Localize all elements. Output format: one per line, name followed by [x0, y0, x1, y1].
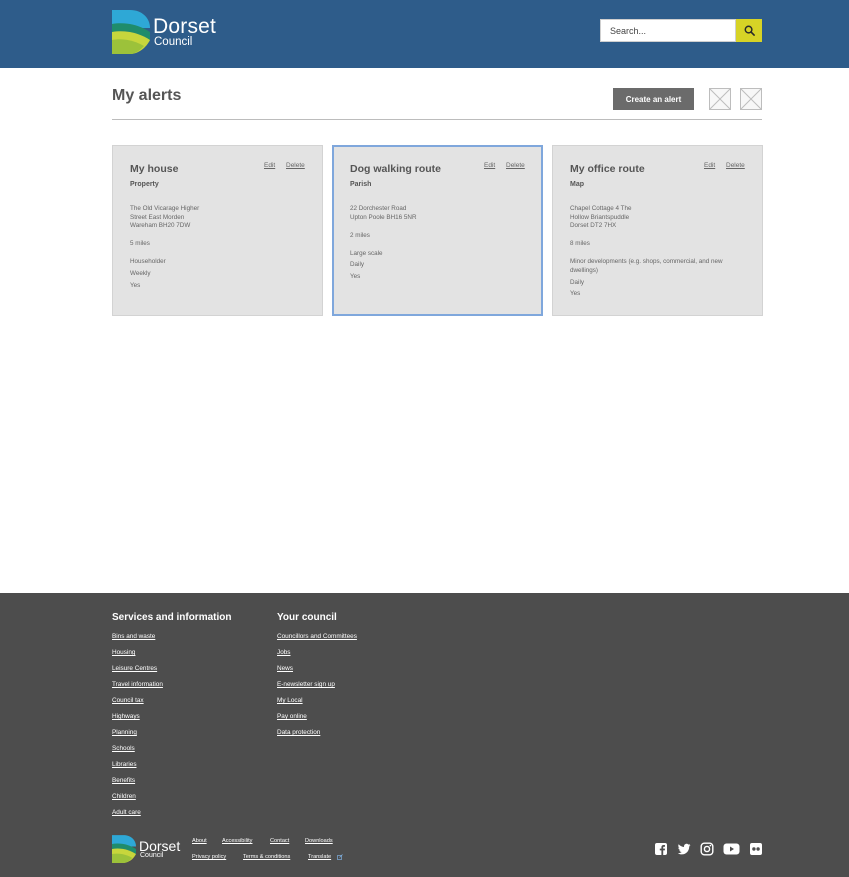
footer-link-downloads[interactable]: Downloads: [305, 838, 333, 844]
youtube-icon[interactable]: [723, 842, 740, 856]
address-line: Hollow Briantspuddle: [570, 213, 630, 221]
edit-link[interactable]: Edit: [484, 162, 495, 169]
your-council-heading: Your council: [277, 612, 337, 623]
alert-details: Chapel Cottage 4 The Hollow Briantspuddl…: [570, 205, 746, 299]
address-line: Upton Poole BH16 5NR: [350, 213, 417, 221]
search-button[interactable]: [736, 19, 762, 42]
footer-link-terms[interactable]: Terms & conditions: [243, 854, 290, 860]
footer-link-benefits[interactable]: Benefits: [112, 777, 135, 784]
footer-link-bins[interactable]: Bins and waste: [112, 633, 155, 640]
alert-frequency: Daily: [350, 261, 364, 269]
flickr-icon[interactable]: [749, 842, 763, 856]
alert-frequency: Daily: [570, 278, 584, 286]
facebook-icon[interactable]: [654, 842, 668, 856]
alert-distance: 2 miles: [350, 231, 370, 239]
alert-active: Yes: [570, 290, 581, 298]
alert-title: My office route: [570, 163, 645, 175]
footer-link-council-tax[interactable]: Council tax: [112, 697, 144, 704]
address-line: Street East Morden: [130, 213, 185, 221]
instagram-icon[interactable]: [700, 842, 714, 856]
footer-link-translate[interactable]: Translate: [308, 854, 331, 860]
title-divider: [112, 119, 762, 120]
alert-card[interactable]: Dog walking route Parish Edit Delete 22 …: [332, 145, 543, 316]
alert-details: 22 Dorchester Road Upton Poole BH16 5NR …: [350, 205, 530, 282]
edit-link[interactable]: Edit: [704, 162, 715, 169]
footer-logo[interactable]: Dorset Council: [112, 835, 182, 865]
footer-link-news[interactable]: News: [277, 665, 293, 672]
footer-link-newsletter[interactable]: E-newsletter sign up: [277, 681, 335, 688]
twitter-icon[interactable]: [677, 842, 691, 856]
site-footer: Services and information Bins and waste …: [0, 593, 849, 877]
image-placeholder-icon[interactable]: [709, 88, 731, 110]
footer-link-councillors[interactable]: Councillors and Committees: [277, 633, 357, 640]
magnifier-icon: [744, 25, 755, 36]
address-line: 22 Dorchester Road: [350, 205, 407, 212]
footer-logo-subtitle: Council: [140, 852, 164, 859]
logo-mark-icon: [112, 835, 136, 863]
alert-card[interactable]: My house Property Edit Delete The Old Vi…: [112, 145, 323, 316]
footer-link-libraries[interactable]: Libraries: [112, 761, 137, 768]
alert-active: Yes: [350, 272, 361, 280]
footer-link-housing[interactable]: Housing: [112, 649, 135, 656]
address-line: Wareham BH20 7DW: [130, 222, 191, 230]
footer-link-planning[interactable]: Planning: [112, 729, 137, 736]
alert-category: Large scale: [350, 249, 383, 257]
footer-link-adult-care[interactable]: Adult care: [112, 809, 141, 816]
logo-mark-icon: [112, 10, 150, 54]
alert-distance: 5 miles: [130, 240, 150, 248]
footer-link-data-protection[interactable]: Data protection: [277, 729, 320, 736]
alert-category: Minor developments (e.g. shops, commerci…: [570, 258, 723, 274]
footer-link-leisure[interactable]: Leisure Centres: [112, 665, 157, 672]
alert-type: Map: [570, 181, 584, 188]
address-line: The Old Vicarage Higher: [130, 205, 200, 212]
delete-link[interactable]: Delete: [286, 162, 305, 169]
footer-link-children[interactable]: Children: [112, 793, 136, 800]
edit-link[interactable]: Edit: [264, 162, 275, 169]
delete-link[interactable]: Delete: [506, 162, 525, 169]
logo-subtitle: Council: [154, 36, 193, 48]
search-input[interactable]: [600, 19, 736, 42]
site-header: Dorset Council: [0, 0, 849, 68]
address-line: Dorset DT2 7HX: [570, 222, 617, 230]
footer-link-jobs[interactable]: Jobs: [277, 649, 291, 656]
alert-details: The Old Vicarage Higher Street East Mord…: [130, 205, 310, 290]
page-title: My alerts: [112, 87, 182, 104]
footer-link-travel[interactable]: Travel information: [112, 681, 163, 688]
footer-link-contact[interactable]: Contact: [270, 838, 289, 844]
address-line: Chapel Cottage 4 The: [570, 205, 632, 212]
footer-link-schools[interactable]: Schools: [112, 745, 135, 752]
delete-link[interactable]: Delete: [726, 162, 745, 169]
alert-title: My house: [130, 163, 179, 175]
dorset-council-logo[interactable]: Dorset Council: [112, 10, 216, 54]
image-placeholder-icon[interactable]: [740, 88, 762, 110]
alert-type: Parish: [350, 181, 372, 188]
alert-title: Dog walking route: [350, 163, 442, 175]
footer-link-accessibility[interactable]: Accessibility: [222, 838, 252, 844]
footer-link-my-local[interactable]: My Local: [277, 697, 303, 704]
footer-link-highways[interactable]: Highways: [112, 713, 140, 720]
alert-type: Property: [130, 181, 159, 188]
external-link-icon: [337, 854, 343, 860]
alert-frequency: Weekly: [130, 269, 151, 277]
create-alert-button[interactable]: Create an alert: [613, 88, 694, 110]
alert-active: Yes: [130, 281, 141, 289]
footer-link-pay-online[interactable]: Pay online: [277, 713, 307, 720]
alert-card[interactable]: My office route Map Edit Delete Chapel C…: [552, 145, 763, 316]
alert-distance: 8 miles: [570, 240, 590, 248]
alert-category: Householder: [130, 258, 166, 266]
services-heading: Services and information: [112, 612, 232, 623]
footer-link-about[interactable]: About: [192, 838, 207, 844]
footer-link-privacy[interactable]: Privacy policy: [192, 854, 226, 860]
